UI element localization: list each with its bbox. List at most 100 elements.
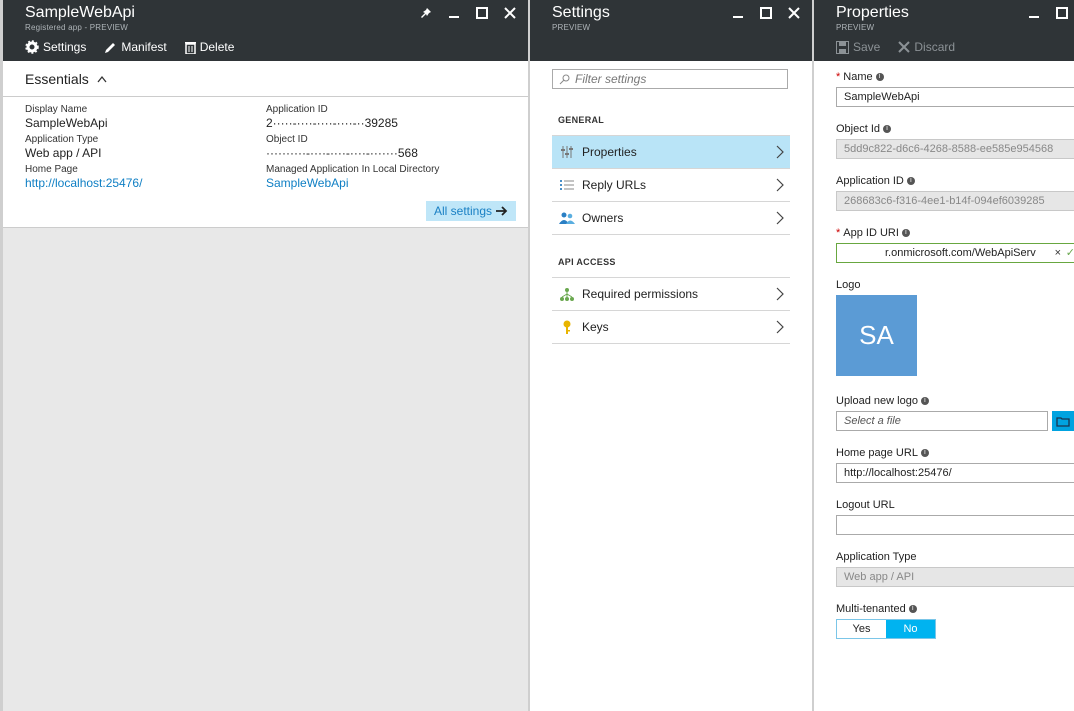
managed-app-label: Managed Application In Local Directory: [266, 164, 440, 175]
logout-url-field[interactable]: [836, 515, 1074, 535]
logo-label: Logo: [836, 279, 861, 291]
menu-item-label: Owners: [582, 211, 624, 225]
sliders-icon: [561, 146, 573, 158]
display-name-label: Display Name: [25, 104, 88, 115]
users-icon: [559, 212, 575, 224]
general-section-header: GENERAL: [558, 115, 605, 125]
pencil-icon: [105, 42, 116, 53]
gear-icon: [25, 40, 39, 54]
save-label: Save: [853, 40, 881, 54]
all-settings-button[interactable]: All settings: [425, 201, 516, 221]
api-access-section-header: API ACCESS: [558, 257, 616, 267]
empty-content-area: [3, 228, 528, 711]
discard-label: Discard: [914, 40, 956, 54]
menu-item-label: Keys: [582, 320, 609, 334]
delete-label: Delete: [199, 40, 235, 54]
search-icon: [559, 74, 570, 84]
settings-blade: Settings PREVIEW Filter settings GENERAL…: [530, 0, 814, 711]
browse-folder-button[interactable]: [1052, 411, 1074, 431]
save-button[interactable]: Save: [836, 40, 880, 54]
upload-logo-label: Upload new logo: [836, 395, 918, 407]
app-id-uri-value: r.onmicrosoft.com/WebApiServ: [885, 247, 1036, 259]
arrow-right-icon: [496, 206, 508, 216]
object-id-field: 5dd9c822-d6c6-4268-8588-ee585e954568: [836, 139, 1074, 159]
maximize-icon[interactable]: [474, 5, 490, 21]
home-page-url-label: Home page URL: [836, 447, 918, 459]
properties-blade-subtitle: PREVIEW: [836, 23, 875, 32]
object-id-value: ··········-····-····-····-·······568: [266, 146, 418, 160]
hierarchy-icon: [560, 287, 574, 301]
app-id-field: 268683c6-f316-4ee1-b14f-094ef6039285: [836, 191, 1074, 211]
menu-item-owners[interactable]: Owners: [552, 202, 790, 235]
menu-item-properties[interactable]: Properties: [552, 135, 790, 169]
maximize-icon[interactable]: [1054, 5, 1070, 21]
essentials-panel: Display Name SampleWebApi Application Ty…: [3, 97, 528, 228]
required-marker: *: [836, 227, 841, 239]
close-icon[interactable]: [502, 5, 518, 21]
no-option[interactable]: No: [886, 620, 935, 638]
name-field[interactable]: SampleWebApi: [836, 87, 1074, 107]
settings-blade-subtitle: PREVIEW: [552, 23, 591, 32]
application-type-field: Web app / API: [836, 567, 1074, 587]
app-blade-subtitle: Registered app - PREVIEW: [25, 23, 129, 32]
chevron-right-icon: [776, 211, 784, 225]
app-blade: SampleWebApi Registered app - PREVIEW Se…: [0, 0, 530, 711]
menu-item-label: Properties: [582, 145, 637, 159]
menu-item-reply-urls[interactable]: Reply URLs: [552, 169, 790, 202]
yes-option[interactable]: Yes: [837, 620, 886, 638]
info-icon[interactable]: i: [920, 397, 929, 405]
app-id-uri-field[interactable]: r.onmicrosoft.com/WebApiServ × ✓: [836, 243, 1074, 263]
minimize-icon[interactable]: [446, 5, 462, 21]
home-page-url-field[interactable]: http://localhost:25476/: [836, 463, 1074, 483]
info-icon[interactable]: i: [875, 73, 884, 81]
save-icon: [836, 40, 849, 54]
essentials-toggle[interactable]: Essentials: [3, 61, 528, 97]
settings-button[interactable]: Settings: [25, 40, 86, 54]
close-icon: [898, 41, 911, 53]
menu-item-label: Required permissions: [582, 287, 699, 301]
settings-blade-header: Settings PREVIEW: [530, 0, 812, 61]
upload-logo-field[interactable]: Select a file: [836, 411, 1048, 431]
filter-placeholder: Filter settings: [575, 72, 647, 86]
app-id-value: 2·····-····-····-····-··39285: [266, 116, 398, 130]
properties-blade-header: Properties PREVIEW Save Discard: [814, 0, 1074, 61]
minimize-icon[interactable]: [730, 5, 746, 21]
close-icon[interactable]: [786, 5, 802, 21]
info-icon[interactable]: i: [920, 449, 929, 457]
folder-icon: [1056, 416, 1070, 427]
delete-button[interactable]: Delete: [184, 40, 235, 54]
filter-settings-input[interactable]: Filter settings: [552, 69, 788, 89]
menu-item-required-permissions[interactable]: Required permissions: [552, 277, 790, 311]
chevron-up-icon: [97, 75, 107, 82]
object-id-label: Object Id: [836, 123, 881, 135]
pin-icon[interactable]: [418, 5, 434, 21]
chevron-right-icon: [776, 145, 784, 159]
managed-app-link[interactable]: SampleWebApi: [266, 176, 439, 190]
chevron-right-icon: [776, 178, 784, 192]
settings-label: Settings: [43, 40, 87, 54]
clear-icon[interactable]: ×: [1055, 244, 1061, 262]
check-icon: ✓: [1066, 244, 1074, 262]
home-page-link[interactable]: http://localhost:25476/: [25, 176, 142, 190]
info-icon[interactable]: i: [908, 605, 917, 613]
manifest-label: Manifest: [121, 40, 167, 54]
app-blade-header: SampleWebApi Registered app - PREVIEW Se…: [3, 0, 528, 61]
multi-tenanted-label: Multi-tenanted: [836, 603, 906, 615]
menu-item-label: Reply URLs: [582, 178, 647, 192]
logout-url-label: Logout URL: [836, 499, 895, 511]
app-blade-title: SampleWebApi: [25, 4, 135, 21]
app-id-label: Application ID: [836, 175, 904, 187]
info-icon[interactable]: i: [901, 229, 910, 237]
menu-item-keys[interactable]: Keys: [552, 311, 790, 344]
trash-icon: [184, 41, 196, 54]
info-icon[interactable]: i: [883, 125, 892, 133]
info-icon[interactable]: i: [906, 177, 915, 185]
discard-button[interactable]: Discard: [898, 40, 955, 54]
app-logo: SA: [836, 295, 917, 376]
minimize-icon[interactable]: [1026, 5, 1042, 21]
maximize-icon[interactable]: [758, 5, 774, 21]
app-id-label: Application ID: [266, 104, 328, 115]
manifest-button[interactable]: Manifest: [104, 40, 167, 54]
key-icon: [563, 320, 571, 334]
application-type-label: Application Type: [836, 551, 917, 563]
